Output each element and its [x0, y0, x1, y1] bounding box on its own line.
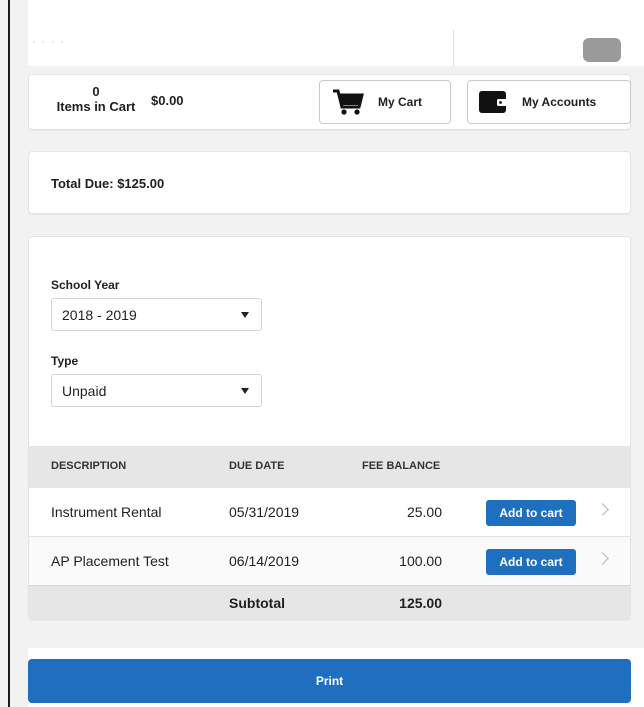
type-label: Type [51, 354, 79, 368]
row-description: AP Placement Test [51, 553, 169, 569]
header-description: DESCRIPTION [51, 460, 127, 472]
fees-panel: School Year 2018 - 2019 Type Unpaid DESC… [28, 236, 631, 620]
table-header: DESCRIPTION DUE DATE FEE BALANCE [29, 446, 630, 487]
table-row[interactable]: AP Placement Test 06/14/2019 100.00 Add … [29, 536, 630, 585]
my-cart-label: My Cart [378, 95, 423, 109]
school-year-label: School Year [51, 278, 120, 292]
type-select[interactable]: Unpaid [51, 374, 262, 407]
row-balance: 25.00 [406, 504, 442, 520]
row-description: Instrument Rental [51, 504, 162, 520]
wallet-icon [479, 91, 507, 113]
left-border [8, 0, 10, 707]
chevron-right-icon[interactable] [596, 503, 609, 516]
subtotal-value: 125.00 [399, 595, 442, 611]
items-in-cart: 0 Items in Cart [51, 84, 141, 114]
school-year-select[interactable]: 2018 - 2019 [51, 298, 262, 331]
add-to-cart-button[interactable]: Add to cart [486, 549, 576, 575]
total-due-card: Total Due: $125.00 [28, 151, 631, 214]
row-balance: 100.00 [399, 553, 442, 569]
page: · · · · 0 Items in Cart $0.00 My Cart My… [0, 0, 644, 707]
faint-header-text: · · · · [32, 34, 65, 48]
print-button[interactable]: Print [28, 659, 631, 703]
fees-table: DESCRIPTION DUE DATE FEE BALANCE Instrum… [29, 446, 630, 619]
header-due-date: DUE DATE [229, 460, 285, 472]
caret-down-icon [241, 312, 249, 318]
add-to-cart-button[interactable]: Add to cart [486, 500, 576, 526]
items-count-value: 0 [92, 84, 100, 99]
cart-total: $0.00 [151, 93, 184, 108]
header-divider [453, 30, 454, 66]
subtotal-label: Subtotal [229, 595, 285, 611]
school-year-value: 2018 - 2019 [62, 306, 137, 323]
header-fee-balance: FEE BALANCE [362, 460, 441, 472]
header-toggle[interactable] [583, 38, 621, 62]
row-due-date: 05/31/2019 [229, 504, 300, 520]
chevron-right-icon[interactable] [596, 552, 609, 565]
total-due: Total Due: $125.00 [51, 176, 165, 191]
row-due-date: 06/14/2019 [229, 553, 300, 569]
cart-summary-bar: 0 Items in Cart $0.00 My Cart My Account… [28, 74, 631, 130]
table-row[interactable]: Instrument Rental 05/31/2019 25.00 Add t… [29, 487, 630, 536]
shopping-cart-icon [333, 89, 364, 115]
my-accounts-button[interactable]: My Accounts [467, 80, 631, 124]
top-header-strip: · · · · [28, 0, 644, 66]
items-count-label: Items in Cart [56, 99, 136, 114]
my-accounts-label: My Accounts [522, 95, 597, 109]
caret-down-icon [241, 388, 249, 394]
subtotal-row: Subtotal 125.00 [29, 585, 630, 619]
type-value: Unpaid [62, 382, 107, 399]
my-cart-button[interactable]: My Cart [319, 80, 451, 124]
